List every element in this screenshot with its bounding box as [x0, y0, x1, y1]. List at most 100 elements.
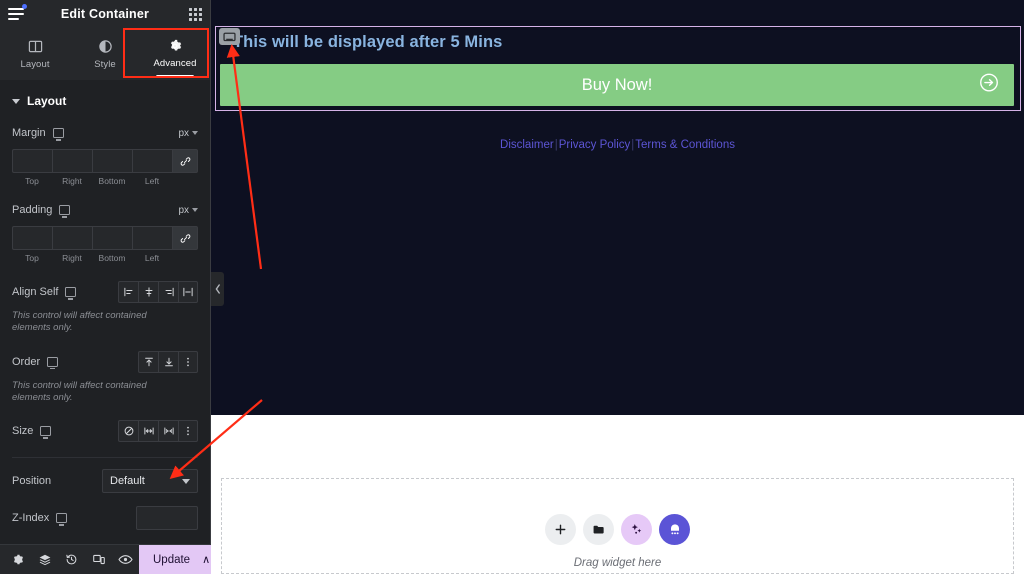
order-first-icon[interactable]: [138, 350, 158, 373]
panel-tabs: Layout Style Advanced: [0, 28, 210, 80]
padding-right-input[interactable]: [52, 226, 92, 250]
hamburger-menu-icon[interactable]: [8, 3, 27, 21]
chevron-up-icon[interactable]: ∧: [202, 553, 210, 566]
legal-links: Disclaimer|Privacy Policy|Terms & Condit…: [211, 139, 1024, 151]
control-padding: Padding px Top Right Bottom Left: [0, 195, 210, 265]
control-padding-label: Padding: [12, 204, 53, 216]
gear-icon: [168, 39, 182, 53]
control-margin-label: Margin: [12, 127, 46, 139]
control-align-self: Align Self This control will affect cont…: [0, 277, 210, 347]
order-last-icon[interactable]: [158, 350, 178, 373]
margin-right-caption: Right: [62, 176, 82, 186]
chevron-down-icon: [192, 131, 198, 135]
align-start-icon[interactable]: [118, 281, 138, 303]
preview-eye-icon[interactable]: [112, 545, 139, 574]
panel-body: Layout Margin px Top Right Bottom Left P…: [0, 80, 210, 544]
padding-top-input[interactable]: [12, 226, 52, 250]
margin-top-input[interactable]: [12, 149, 52, 173]
responsive-desktop-icon[interactable]: [59, 205, 71, 218]
responsive-desktop-icon[interactable]: [52, 128, 64, 141]
size-grow-icon[interactable]: [138, 420, 158, 443]
tab-style-label: Style: [94, 58, 116, 70]
size-none-icon[interactable]: [118, 420, 138, 443]
editor-canvas: This will be displayed after 5 Mins Buy …: [211, 0, 1024, 574]
widget-dropzone[interactable]: Drag widget here: [221, 478, 1014, 574]
margin-left-input[interactable]: [132, 149, 172, 173]
margin-left-caption: Left: [144, 176, 160, 186]
margin-unit-value: px: [178, 127, 189, 139]
section-layout-header[interactable]: Layout: [0, 80, 210, 118]
link-privacy-policy[interactable]: Privacy Policy: [559, 139, 631, 151]
align-stretch-icon[interactable]: [178, 281, 198, 303]
margin-bottom-input[interactable]: [92, 149, 132, 173]
link-terms-conditions[interactable]: Terms & Conditions: [635, 139, 735, 151]
arrow-right-circle-icon: [978, 72, 1000, 99]
navigator-layers-icon[interactable]: [31, 545, 58, 574]
align-center-icon[interactable]: [138, 281, 158, 303]
add-element-button[interactable]: [545, 514, 576, 545]
size-shrink-icon[interactable]: [158, 420, 178, 443]
tab-layout-label: Layout: [20, 58, 50, 70]
size-more-icon[interactable]: [178, 420, 198, 443]
chevron-down-icon: [12, 98, 20, 104]
panel-title: Edit Container: [60, 7, 150, 21]
responsive-desktop-icon[interactable]: [56, 513, 68, 526]
margin-inputs: Top Right Bottom Left: [12, 149, 198, 186]
dropzone-buttons: [222, 514, 1013, 545]
container-handle-icon[interactable]: [219, 28, 240, 45]
link-disclaimer[interactable]: Disclaimer: [500, 139, 554, 151]
padding-unit-select[interactable]: px: [178, 205, 198, 216]
control-order: Order This control will affect contained…: [0, 347, 210, 417]
control-z-index-label: Z-Index: [12, 512, 50, 525]
size-options: [118, 420, 198, 443]
panel-footer: Update ∧: [0, 544, 221, 574]
countdown-message: This will be displayed after 5 Mins: [233, 33, 503, 51]
notification-dot: [22, 3, 27, 9]
responsive-desktop-icon[interactable]: [40, 426, 52, 439]
ai-sparkle-button[interactable]: [621, 514, 652, 545]
control-position-label: Position: [12, 475, 52, 488]
padding-link-values-icon[interactable]: [172, 226, 198, 250]
order-hint: This control will affect contained eleme…: [12, 379, 147, 404]
buy-now-label: Buy Now!: [581, 75, 653, 94]
add-template-folder-button[interactable]: [583, 514, 614, 545]
grid-apps-icon[interactable]: [189, 7, 202, 21]
section-layout-title: Layout: [27, 94, 67, 108]
position-select[interactable]: Default: [102, 469, 198, 494]
order-more-icon[interactable]: [178, 350, 198, 373]
responsive-desktop-icon[interactable]: [47, 356, 59, 370]
elementor-widget-button[interactable]: [659, 514, 690, 545]
history-clock-icon[interactable]: [58, 545, 85, 574]
margin-link-values-icon[interactable]: [172, 149, 198, 173]
buy-now-button[interactable]: Buy Now!: [220, 64, 1014, 106]
align-end-icon[interactable]: [158, 281, 178, 303]
editor-panel: Edit Container Layout Style Advanced Lay…: [0, 0, 224, 574]
tab-advanced[interactable]: Advanced: [140, 28, 210, 80]
control-align-self-label: Align Self: [12, 286, 59, 298]
tab-layout[interactable]: Layout: [0, 28, 70, 80]
align-self-options: [118, 281, 198, 303]
margin-right-input[interactable]: [52, 149, 92, 173]
link-separator: |: [631, 139, 635, 151]
chevron-down-icon: [192, 208, 198, 212]
margin-bottom-caption: Bottom: [98, 176, 126, 186]
position-select-value: Default: [110, 475, 145, 488]
control-order-label: Order: [12, 355, 41, 368]
z-index-input[interactable]: [136, 506, 198, 531]
padding-bottom-input[interactable]: [92, 226, 132, 250]
drag-widget-caption: Drag widget here: [573, 557, 662, 569]
update-button-label: Update: [153, 553, 191, 566]
chevron-down-icon: [182, 478, 190, 484]
settings-gear-icon[interactable]: [4, 545, 31, 574]
responsive-desktop-icon[interactable]: [65, 287, 77, 300]
padding-left-caption: Left: [144, 253, 160, 263]
contrast-circle-icon: [98, 39, 113, 54]
tab-style[interactable]: Style: [70, 28, 140, 80]
panel-collapse-handle[interactable]: [211, 272, 224, 306]
responsive-devices-icon[interactable]: [85, 545, 112, 574]
update-button[interactable]: Update ∧: [139, 545, 221, 574]
padding-top-caption: Top: [25, 253, 39, 263]
padding-left-input[interactable]: [132, 226, 172, 250]
margin-unit-select[interactable]: px: [178, 128, 198, 139]
align-self-hint: This control will affect contained eleme…: [12, 310, 147, 334]
